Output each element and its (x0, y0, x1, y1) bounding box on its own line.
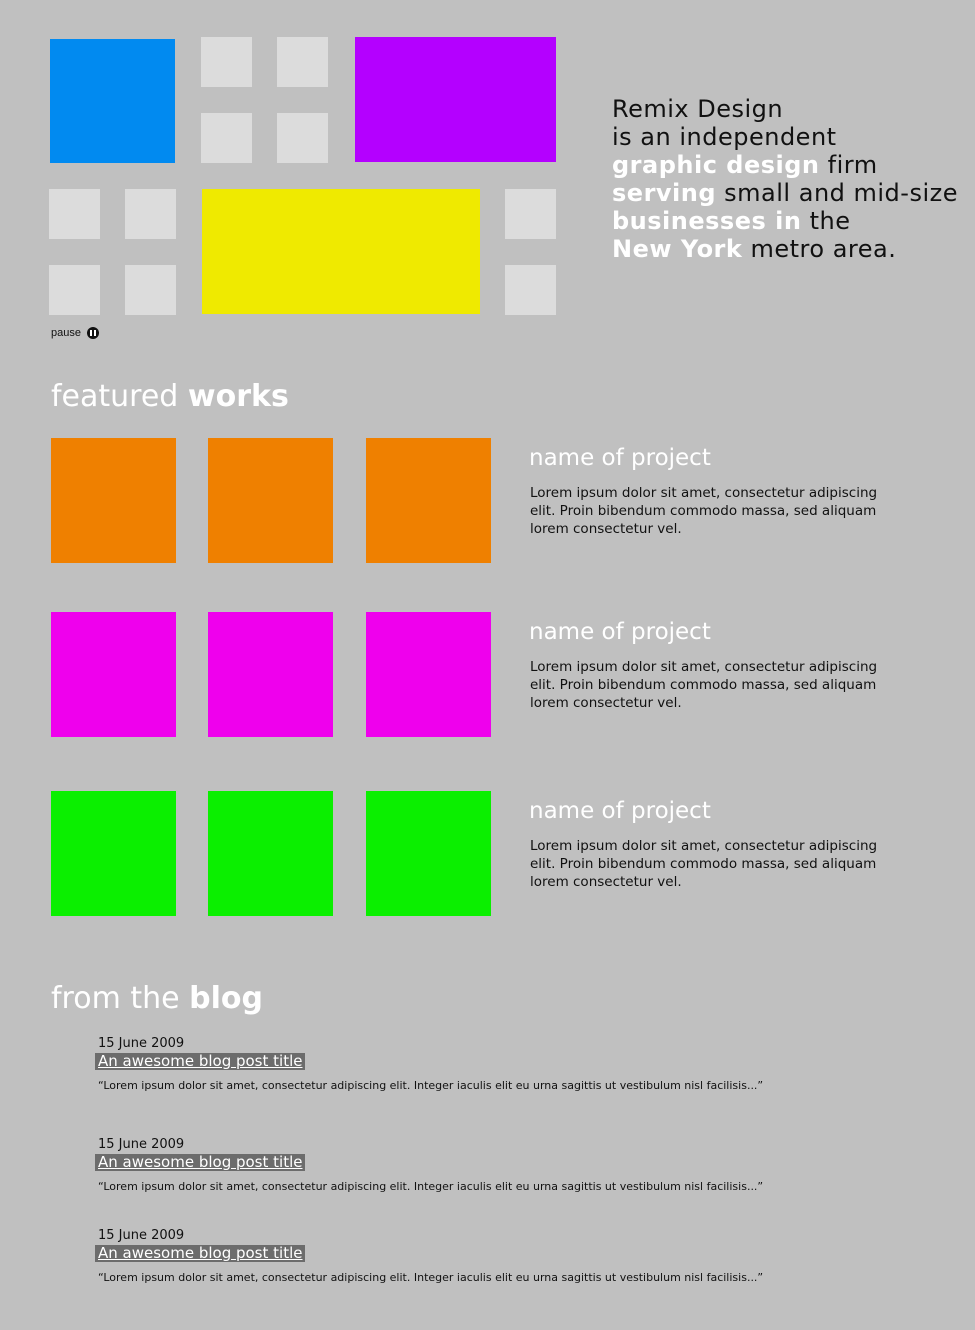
intro-text: the (801, 207, 851, 235)
featured-heading-bold: works (187, 379, 289, 414)
intro-text: metro area. (742, 235, 897, 263)
post-excerpt: “Lorem ipsum dolor sit amet, consectetur… (98, 1079, 764, 1092)
hero-tile-yellow[interactable] (202, 189, 480, 314)
hero-tile-gray[interactable] (49, 265, 100, 315)
project-thumbnail[interactable] (51, 612, 176, 737)
post-excerpt: “Lorem ipsum dolor sit amet, consectetur… (98, 1180, 764, 1193)
hero-tile-gray[interactable] (277, 37, 328, 87)
post-title-link[interactable]: An awesome blog post title (95, 1053, 306, 1070)
intro-line: New York metro area. (612, 235, 952, 263)
project-description: Lorem ipsum dolor sit amet, consectetur … (530, 659, 878, 711)
project-thumbnail[interactable] (51, 438, 176, 563)
hero-tile-blue[interactable] (50, 39, 175, 163)
project-description: Lorem ipsum dolor sit amet, consectetur … (530, 838, 878, 890)
intro-statement: Remix Design is an independent graphic des… (612, 95, 958, 263)
hero-tile-gray[interactable] (201, 113, 252, 163)
intro-line: businesses in the (612, 207, 952, 235)
pause-button[interactable]: pause (51, 326, 99, 340)
post-title-link[interactable]: An awesome blog post title (95, 1154, 306, 1171)
post-date: 15 June 2009 (98, 1137, 185, 1152)
intro-text: Remix Design (612, 95, 784, 123)
intro-highlight-text: New York (612, 235, 743, 263)
project-thumbnail[interactable] (208, 438, 333, 563)
hero-tile-gray[interactable] (277, 113, 328, 163)
intro-line: graphic design firm (612, 151, 952, 179)
hero-tile-gray[interactable] (505, 189, 556, 239)
intro-line: is an independent (612, 123, 952, 151)
project-thumbnail[interactable] (208, 612, 333, 737)
blog-heading-bold: blog (189, 981, 263, 1016)
intro-text: is an independent (612, 123, 837, 151)
intro-highlight-text: businesses in (612, 207, 802, 235)
project-thumbnail[interactable] (51, 791, 176, 916)
intro-line: serving small and mid-size (612, 179, 958, 207)
hero-tile-gray[interactable] (49, 189, 100, 239)
featured-heading-light: featured (51, 379, 188, 414)
intro-highlight-text: graphic design (612, 151, 820, 179)
project-name[interactable]: name of project (529, 445, 711, 471)
intro-text: small and mid-size (716, 179, 958, 207)
pause-circle-icon (86, 327, 99, 339)
project-thumbnail[interactable] (208, 791, 333, 916)
project-thumbnail[interactable] (366, 612, 491, 737)
post-date: 15 June 2009 (98, 1228, 185, 1243)
project-name[interactable]: name of project (529, 619, 711, 645)
project-thumbnail[interactable] (366, 438, 491, 563)
intro-text: firm (819, 151, 878, 179)
blog-heading-light: from the (51, 981, 190, 1016)
featured-works-heading: featured works (51, 380, 289, 414)
pause-label: pause (51, 327, 81, 339)
hero-tile-gray[interactable] (201, 37, 252, 87)
blog-heading: from the blog (51, 982, 263, 1016)
intro-highlight-text: serving (612, 179, 717, 207)
post-title-link[interactable]: An awesome blog post title (95, 1245, 306, 1262)
hero-tile-gray[interactable] (125, 265, 176, 315)
project-description: Lorem ipsum dolor sit amet, consectetur … (530, 485, 878, 537)
post-excerpt: “Lorem ipsum dolor sit amet, consectetur… (98, 1271, 764, 1284)
hero-tile-gray[interactable] (505, 265, 556, 315)
project-name[interactable]: name of project (529, 798, 711, 824)
intro-line: Remix Design (612, 95, 952, 123)
hero-tile-gray[interactable] (125, 189, 176, 239)
project-thumbnail[interactable] (366, 791, 491, 916)
hero-tile-purple[interactable] (355, 37, 556, 162)
post-date: 15 June 2009 (98, 1036, 185, 1051)
